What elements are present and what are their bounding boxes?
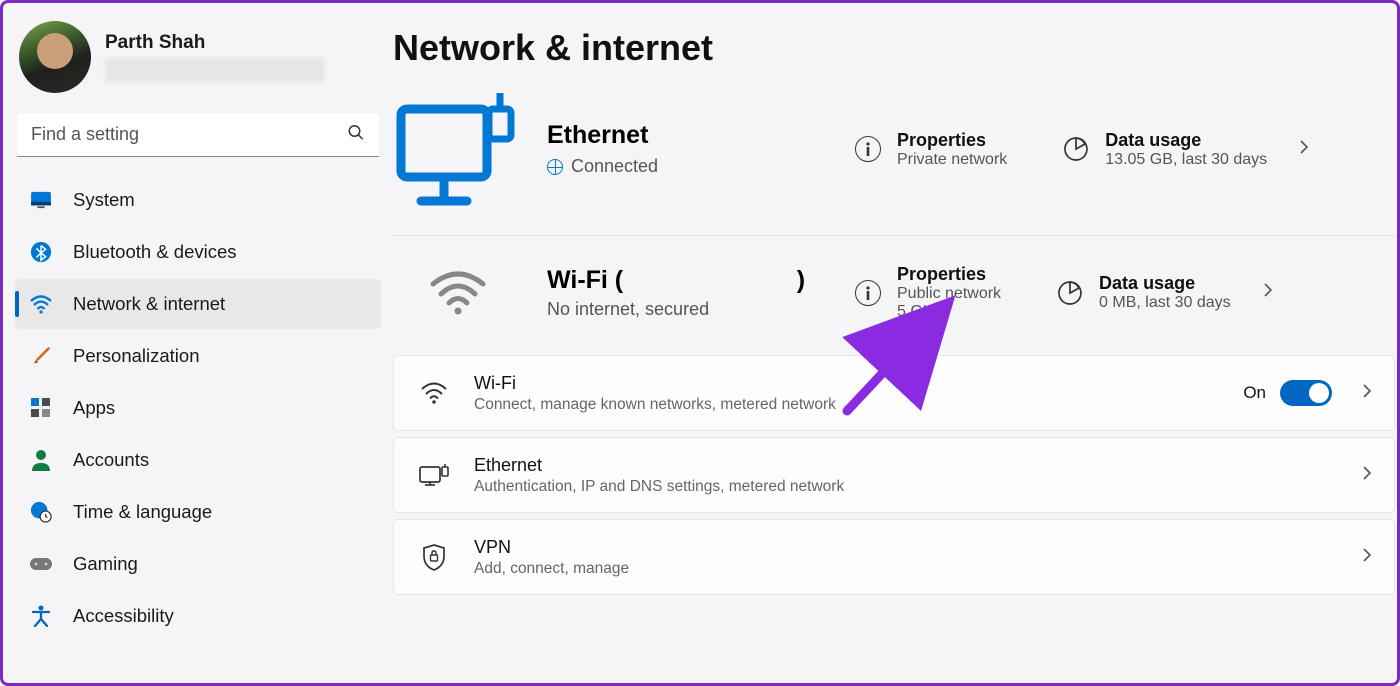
sidebar: Parth Shah System Bluetooth & devices Ne… [3, 3, 393, 683]
card-sub: Add, connect, manage [474, 560, 1346, 578]
chevron-right-icon [1299, 139, 1309, 160]
sidebar-item-gaming[interactable]: Gaming [15, 539, 381, 589]
card-sub: Connect, manage known networks, metered … [474, 396, 1243, 414]
ethernet-data-usage-button[interactable]: Data usage 13.05 GB, last 30 days [1063, 130, 1309, 169]
shield-lock-icon [416, 543, 452, 571]
person-icon [29, 448, 53, 472]
chevron-right-icon [1263, 282, 1273, 303]
sidebar-item-bluetooth[interactable]: Bluetooth & devices [15, 227, 381, 277]
card-sub: Authentication, IP and DNS settings, met… [474, 478, 1346, 496]
card-title: Wi-Fi [474, 373, 1243, 394]
accessibility-icon [29, 604, 53, 628]
ethernet-icon [416, 464, 452, 486]
sidebar-item-system[interactable]: System [15, 175, 381, 225]
toggle-label: On [1243, 383, 1266, 403]
sidebar-item-accessibility[interactable]: Accessibility [15, 591, 381, 641]
user-email-redacted [105, 58, 325, 82]
prop-sub: Private network [897, 151, 1007, 169]
wifi-hero: Wi-Fi ( ) No internet, secured Propertie… [393, 244, 1397, 355]
card-title: Ethernet [474, 455, 1346, 476]
page-title: Network & internet [393, 27, 1397, 81]
sidebar-item-accounts[interactable]: Accounts [15, 435, 381, 485]
ethernet-hero: Ethernet Connected Properties Private ne… [393, 81, 1397, 236]
nav-label: Personalization [73, 345, 200, 367]
wifi-network-name: Wi-Fi ( ) [547, 266, 847, 295]
nav: System Bluetooth & devices Network & int… [15, 175, 381, 641]
nav-label: Accounts [73, 449, 149, 471]
usage-title: Data usage [1105, 130, 1267, 151]
bluetooth-icon [29, 240, 53, 264]
avatar [19, 21, 91, 93]
prop-title: Properties [897, 264, 1001, 285]
nav-label: System [73, 189, 135, 211]
nav-label: Gaming [73, 553, 138, 575]
pie-chart-icon [1057, 280, 1083, 306]
prop-sub1: Public network [897, 285, 1001, 303]
system-icon [29, 188, 53, 212]
pie-chart-icon [1063, 136, 1089, 162]
user-name: Parth Shah [105, 32, 325, 54]
sidebar-item-personalization[interactable]: Personalization [15, 331, 381, 381]
sidebar-item-apps[interactable]: Apps [15, 383, 381, 433]
gamepad-icon [29, 552, 53, 576]
nav-label: Network & internet [73, 293, 225, 315]
prop-title: Properties [897, 130, 1007, 151]
wifi-settings-card[interactable]: Wi-Fi Connect, manage known networks, me… [393, 355, 1395, 431]
ethernet-title: Ethernet [547, 121, 847, 150]
nav-label: Apps [73, 397, 115, 419]
sidebar-item-time-language[interactable]: Time & language [15, 487, 381, 537]
wifi-status: No internet, secured [547, 299, 847, 320]
ethernet-big-icon [393, 89, 523, 209]
search-icon [347, 124, 365, 147]
sidebar-item-network[interactable]: Network & internet [15, 279, 381, 329]
info-icon [855, 280, 881, 306]
nav-label: Bluetooth & devices [73, 241, 237, 263]
nav-label: Time & language [73, 501, 212, 523]
nav-label: Accessibility [73, 605, 174, 627]
wifi-data-usage-button[interactable]: Data usage 0 MB, last 30 days [1057, 273, 1273, 312]
wifi-icon [416, 382, 452, 404]
globe-clock-icon [29, 500, 53, 524]
vpn-settings-card[interactable]: VPN Add, connect, manage [393, 519, 1395, 595]
user-profile[interactable]: Parth Shah [15, 21, 381, 107]
usage-sub: 13.05 GB, last 30 days [1105, 151, 1267, 169]
info-icon [855, 136, 881, 162]
wifi-icon [29, 292, 53, 316]
brush-icon [29, 344, 53, 368]
search-box[interactable] [17, 113, 379, 157]
search-input[interactable] [17, 113, 379, 157]
usage-sub: 0 MB, last 30 days [1099, 294, 1231, 312]
chevron-right-icon [1362, 383, 1372, 404]
ethernet-settings-card[interactable]: Ethernet Authentication, IP and DNS sett… [393, 437, 1395, 513]
ethernet-properties-button[interactable]: Properties Private network [855, 130, 1023, 169]
globe-icon [547, 159, 563, 175]
prop-sub2: 5 GHz [897, 303, 1001, 321]
wifi-properties-button[interactable]: Properties Public network 5 GHz [855, 264, 1017, 321]
chevron-right-icon [1362, 465, 1372, 486]
usage-title: Data usage [1099, 273, 1231, 294]
apps-icon [29, 396, 53, 420]
chevron-right-icon [1362, 547, 1372, 568]
ethernet-status: Connected [571, 156, 658, 177]
wifi-toggle[interactable] [1280, 380, 1332, 406]
main-content: Network & internet Ethernet Connected [393, 3, 1397, 683]
card-title: VPN [474, 537, 1346, 558]
wifi-big-icon [393, 270, 523, 316]
